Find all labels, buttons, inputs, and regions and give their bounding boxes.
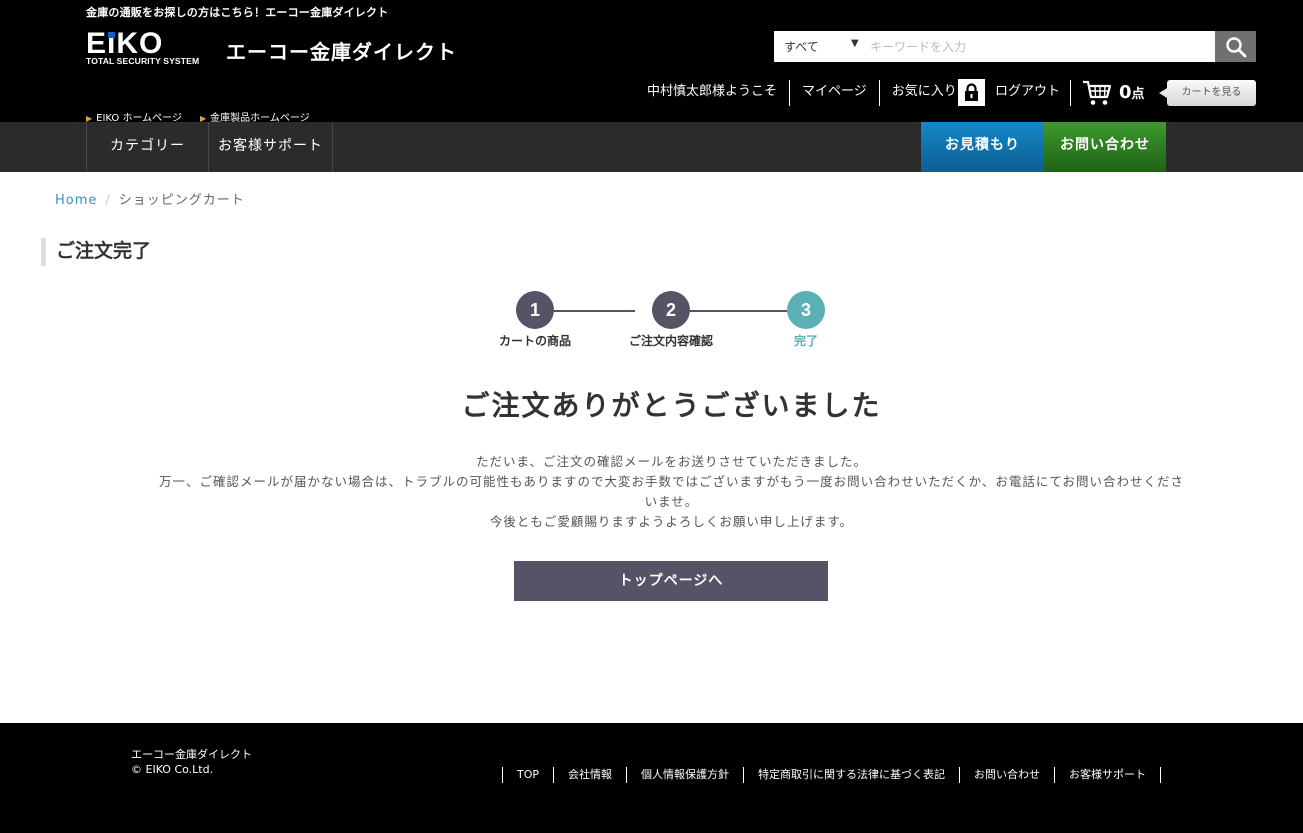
search-bar: すべて ▼ [774, 31, 1256, 62]
chevron-down-icon: ▼ [851, 38, 859, 49]
footer-link-contact[interactable]: お問い合わせ [960, 767, 1056, 783]
header-tagline: 金庫の通販をお探しの方はこちら！エーコー金庫ダイレクト [86, 6, 389, 19]
cart-count-unit: 点 [1131, 87, 1145, 102]
footer-link-company[interactable]: 会社情報 [554, 767, 628, 783]
step-2-circle: 2 [652, 291, 690, 329]
step-3-label: 完了 [793, 334, 818, 348]
view-cart-button[interactable]: カートを見る [1159, 80, 1256, 106]
site-title[interactable]: エーコー金庫ダイレクト [226, 36, 457, 65]
footer-link-top[interactable]: TOP [503, 767, 555, 783]
checkout-steps: 1 2 3 カートの商品 ご注文内容確認 完了 [480, 291, 840, 353]
site-footer: エーコー金庫ダイレクト © EIKO Co.Ltd. TOP 会社情報 個人情報… [0, 723, 1303, 833]
search-icon [1226, 37, 1247, 58]
search-category-select[interactable]: すべて ▼ [774, 31, 864, 62]
breadcrumb-current: ショッピングカート [118, 193, 245, 208]
nav-support[interactable]: お客様サポート [208, 122, 333, 172]
message-line: 万一、ご確認メールが届かない場合は、トラブルの可能性もありますので大変お手数では… [158, 474, 1184, 509]
footer-link-support[interactable]: お客様サポート [1055, 767, 1162, 783]
estimate-button[interactable]: お見積もり [921, 122, 1044, 172]
logo-wordmark: EIKO [86, 27, 164, 60]
nav-category[interactable]: カテゴリー [86, 122, 208, 172]
footer-link-privacy[interactable]: 個人情報保護方針 [627, 767, 745, 783]
eiko-logo[interactable]: EIKO TOTAL SECURITY SYSTEM [86, 27, 208, 68]
breadcrumb: Home / ショッピングカート [55, 189, 245, 208]
favorites-link[interactable]: お気に入り [880, 80, 970, 106]
footer-site-name: エーコー金庫ダイレクト [131, 748, 252, 761]
main-nav: カテゴリー お客様サポート お見積もり お問い合わせ [0, 122, 1303, 172]
confirmation-message: ただいま、ご注文の確認メールをお送りさせていただきました。 万一、ご確認メールが… [155, 452, 1188, 532]
footer-copyright: © EIKO Co.Ltd. [131, 763, 214, 776]
cart-count: 0点 [1119, 82, 1145, 103]
user-utility-nav: 中村慎太郎様ようこそ マイページ お気に入り [647, 80, 970, 106]
contact-button[interactable]: お問い合わせ [1044, 122, 1166, 172]
message-line: 今後ともご愛顧賜りますようよろしくお願い申し上げます。 [489, 514, 854, 529]
logo-accent-mark [108, 32, 115, 38]
mypage-link[interactable]: マイページ [790, 80, 880, 106]
logout-link[interactable]: ログアウト [995, 80, 1072, 106]
search-category-value: すべて [784, 40, 819, 54]
footer-link-legal[interactable]: 特定商取引に関する法律に基づく表記 [744, 767, 961, 783]
cart-icon[interactable] [1082, 79, 1112, 107]
welcome-user[interactable]: 中村慎太郎様ようこそ [647, 80, 791, 106]
top-page-button[interactable]: トップページへ [514, 561, 828, 601]
site-header: 金庫の通販をお探しの方はこちら！エーコー金庫ダイレクト EIKO TOTAL S… [0, 0, 1303, 124]
message-line: ただいま、ご注文の確認メールをお送りさせていただきました。 [475, 454, 867, 469]
step-1-label: カートの商品 [498, 334, 571, 348]
step-3-circle: 3 [787, 291, 825, 329]
cart-count-value: 0 [1119, 82, 1132, 103]
search-input[interactable] [864, 31, 1215, 62]
breadcrumb-separator: / [105, 193, 111, 208]
step-1-circle: 1 [516, 291, 554, 329]
lock-icon[interactable] [958, 79, 985, 106]
footer-links: TOP 会社情報 個人情報保護方針 特定商取引に関する法律に基づく表記 お問い合… [502, 767, 1162, 783]
logo-subtitle: TOTAL SECURITY SYSTEM [86, 56, 200, 66]
breadcrumb-home[interactable]: Home [55, 193, 97, 208]
thanks-heading: ご注文ありがとうございました [461, 389, 882, 422]
page-title: ご注文完了 [41, 238, 151, 266]
step-2-label: ご注文内容確認 [628, 334, 713, 348]
search-button[interactable] [1215, 31, 1256, 62]
